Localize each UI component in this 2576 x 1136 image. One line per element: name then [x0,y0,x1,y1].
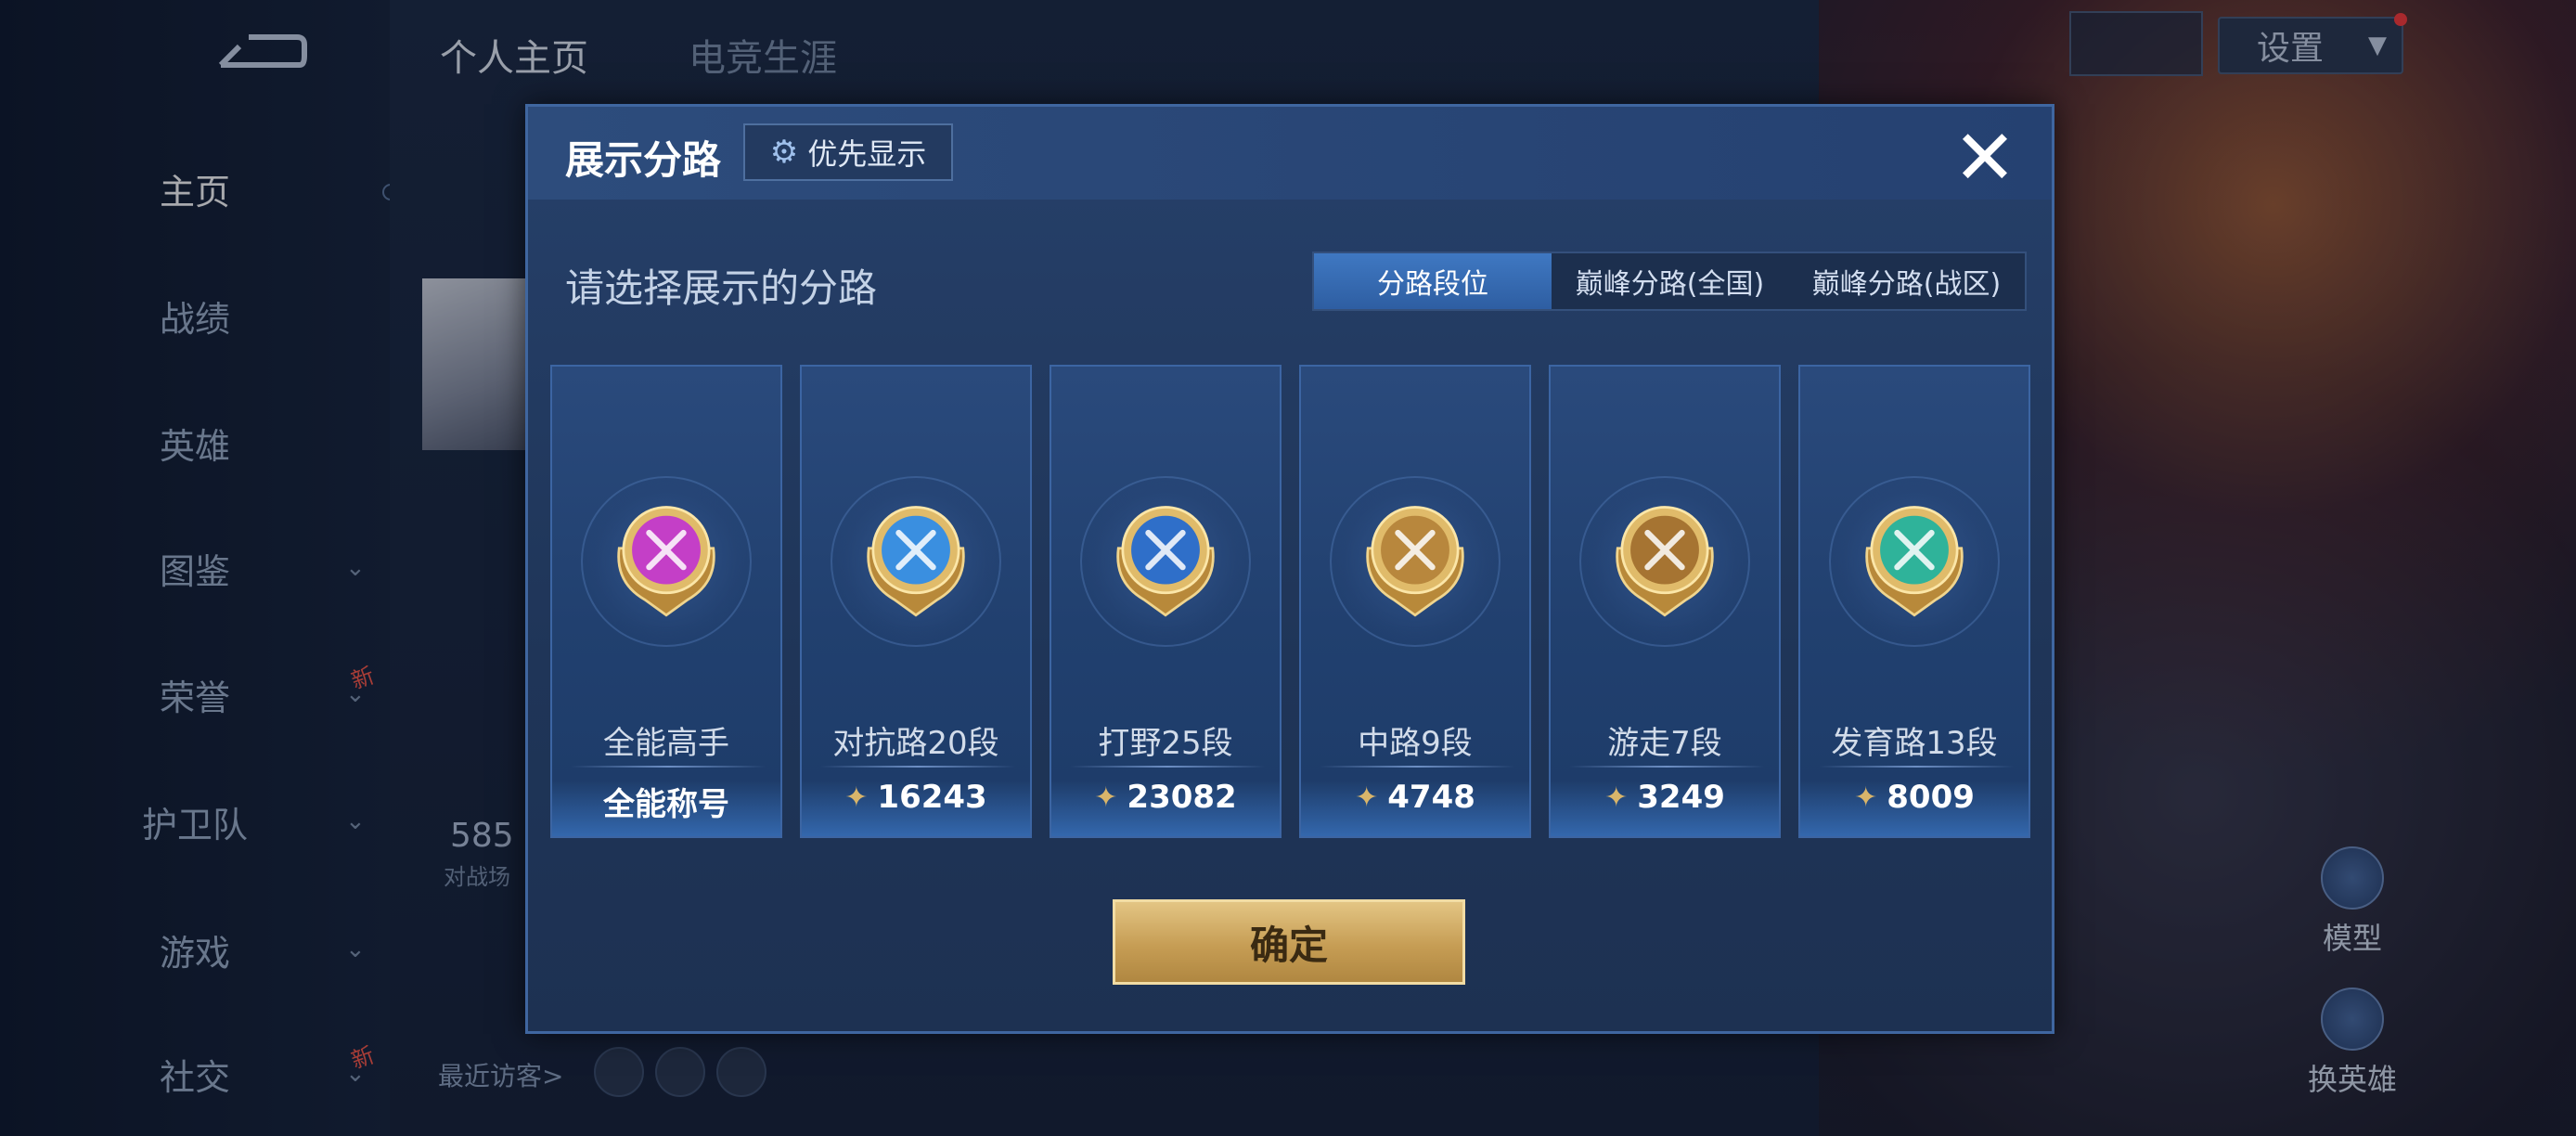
display-lane-dialog: 展示分路 ⚙ 优先显示 ✕ 请选择展示的分路 分路段位 巅峰分路(全国) 巅峰分… [525,104,2054,1034]
lane-card[interactable]: 全能高手 全能称号 [550,365,782,838]
divider [1819,766,2014,768]
priority-display-button[interactable]: ⚙ 优先显示 [743,123,953,181]
priority-display-label: 优先显示 [807,136,927,172]
points-icon: ✦ [844,781,869,814]
farm-lane-badge-icon [1859,497,1970,617]
lane-card-value: ✦ 3249 [1551,779,1779,816]
lane-card-title: 游走7段 [1607,725,1722,762]
lane-card-value-text: 8009 [1887,779,1975,816]
lane-card-title: 全能高手 [603,725,729,762]
lane-card[interactable]: 发育路13段 ✦ 8009 [1798,365,2030,838]
roam-badge-icon [1609,497,1720,617]
lane-card-value: ✦ 4748 [1301,779,1529,816]
divider [1320,766,1514,768]
lane-cards: 全能高手 全能称号 对抗路20段 ✦ 16243 打野25段 ✦ 23082 中路9段 ✦ 4748… [550,365,2031,838]
lane-card-title: 打野25段 [1098,725,1233,762]
divider [571,766,766,768]
lane-tabs: 分路段位 巅峰分路(全国) 巅峰分路(战区) [1312,252,2027,311]
lane-card-title: 对抗路20段 [832,725,999,762]
lane-card[interactable]: 打野25段 ✦ 23082 [1050,365,1282,838]
tab-lane-rank[interactable]: 分路段位 [1314,253,1552,309]
lane-card-value: ✦ 8009 [1800,779,2029,816]
lane-card-value-text: 16243 [877,779,987,816]
lane-card-value-text: 23082 [1127,779,1237,816]
jungle-badge-icon [1110,497,1221,617]
points-icon: ✦ [1604,781,1629,814]
lane-card[interactable]: 对抗路20段 ✦ 16243 [800,365,1032,838]
divider [820,766,1015,768]
close-icon: ✕ [1952,114,2017,202]
lane-card-title: 发育路13段 [1831,725,1998,762]
divider [1070,766,1265,768]
lane-card-value: 全能称号 [552,779,780,824]
lane-card[interactable]: 游走7段 ✦ 3249 [1549,365,1781,838]
points-icon: ✦ [1355,781,1379,814]
lane-card-value: ✦ 16243 [802,779,1030,816]
lane-card-value-text: 3249 [1637,779,1725,816]
dialog-title: 展示分路 [565,137,722,183]
gear-icon: ⚙ [769,134,799,171]
tab-peak-region[interactable]: 巅峰分路(战区) [1788,253,2025,309]
lane-card-value-text: 全能称号 [603,786,729,823]
points-icon: ✦ [1854,781,1878,814]
close-button[interactable]: ✕ [1948,114,2022,202]
confirm-button[interactable]: 确定 [1113,899,1465,985]
tab-peak-national[interactable]: 巅峰分路(全国) [1552,253,1788,309]
mid-lane-badge-icon [1359,497,1471,617]
lane-card-title: 中路9段 [1358,725,1473,762]
clash-lane-badge-icon [860,497,972,617]
dialog-subtitle: 请选择展示的分路 [565,265,878,311]
lane-card-value: ✦ 23082 [1051,779,1280,816]
lane-card[interactable]: 中路9段 ✦ 4748 [1299,365,1531,838]
lane-card-value-text: 4748 [1387,779,1475,816]
divider [1569,766,1764,768]
points-icon: ✦ [1094,781,1118,814]
allround-badge-icon [611,497,722,617]
